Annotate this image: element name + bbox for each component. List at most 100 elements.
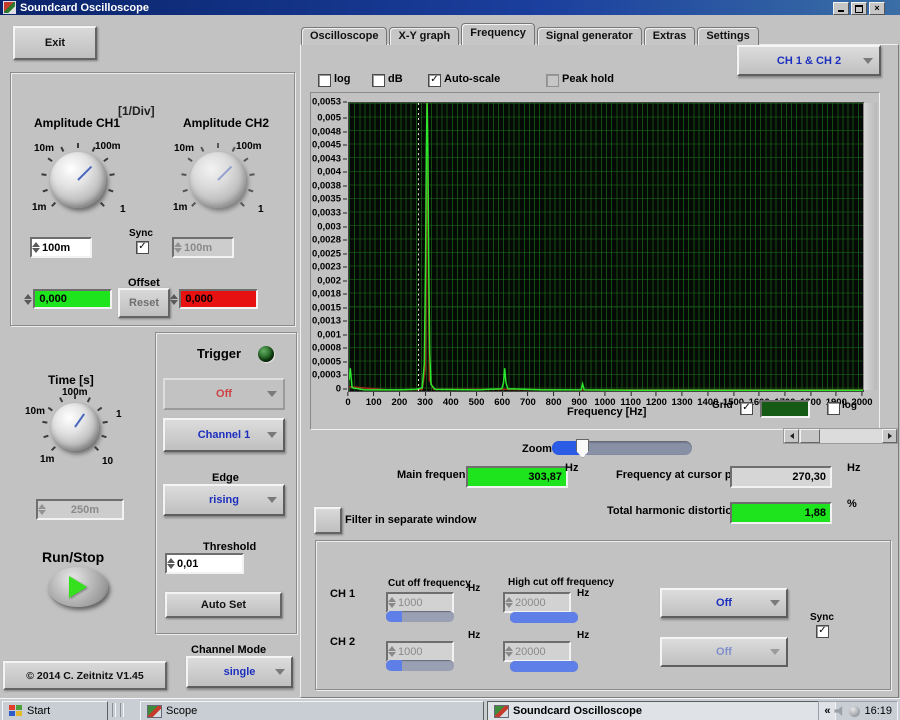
scrollbar-right-button[interactable] <box>882 429 897 443</box>
auto-set-button[interactable]: Auto Set <box>165 592 282 618</box>
trigger-edge-dropdown[interactable]: rising <box>163 484 285 516</box>
tab-signal-generator[interactable]: Signal generator <box>537 27 642 45</box>
amplitude-ch1-knob[interactable] <box>50 152 106 208</box>
spin-down-icon[interactable] <box>32 248 40 253</box>
scrollbar-left-button[interactable] <box>784 429 799 443</box>
spinner-arrows[interactable] <box>170 290 178 308</box>
ch1-high-cutoff-slider-fill <box>510 612 578 623</box>
plot-scrollbar[interactable] <box>783 428 898 444</box>
peakhold-checkbox[interactable] <box>546 74 559 87</box>
time-title: Time [s] <box>48 373 94 387</box>
autoscale-checkbox[interactable] <box>428 74 441 87</box>
axis-log-checkbox[interactable] <box>827 402 840 415</box>
spinner-arrows[interactable] <box>505 643 514 660</box>
spinner-arrows[interactable] <box>24 290 32 308</box>
ch1-cutoff-input[interactable]: 1000 <box>386 592 454 613</box>
spinner-arrows[interactable] <box>388 594 397 611</box>
ch2-filter-dropdown[interactable]: Off <box>660 637 788 667</box>
task-button-scope[interactable]: Scope <box>140 701 484 720</box>
chevron-down-icon <box>275 669 285 680</box>
log-label: log <box>334 73 351 85</box>
ch2-offset-control[interactable]: 0,000 <box>170 290 258 308</box>
spin-up-icon[interactable] <box>32 242 40 247</box>
time-knob[interactable] <box>51 403 99 451</box>
amplitude-ch2-knob[interactable] <box>190 152 246 208</box>
tray-utility-icon[interactable] <box>849 706 860 717</box>
app-icon[interactable] <box>3 1 16 14</box>
minimize-button[interactable] <box>833 2 849 15</box>
close-button[interactable]: × <box>869 2 885 15</box>
ch2-high-cutoff-input[interactable]: 20000 <box>503 641 571 662</box>
cursor-frequency-value[interactable]: 270,30 <box>730 466 832 488</box>
trigger-mode-dropdown[interactable]: Off <box>163 378 285 410</box>
y-tick-label: 0,0053 <box>312 97 347 108</box>
threshold-input[interactable]: 0,01 <box>165 553 244 574</box>
amplitude-ch2-value[interactable]: 100m <box>172 237 234 258</box>
tab-extras[interactable]: Extras <box>644 27 696 45</box>
tab-settings[interactable]: Settings <box>697 27 758 45</box>
x-axis-title: Frequency [Hz] <box>567 406 646 418</box>
tab-oscilloscope[interactable]: Oscilloscope <box>301 27 387 45</box>
spectrum-traces <box>349 103 863 391</box>
scope-app-icon <box>494 705 509 718</box>
spinner-arrows[interactable] <box>505 594 514 611</box>
mute-speaker-icon[interactable] <box>834 706 845 717</box>
spinner-arrows[interactable] <box>32 239 41 256</box>
time-value[interactable]: 250m <box>36 499 124 520</box>
scrollbar-thumb[interactable] <box>800 429 820 443</box>
ch1-high-cutoff-slider[interactable] <box>510 612 578 623</box>
grid-color-swatch[interactable] <box>760 400 810 418</box>
ch1-high-cutoff-input[interactable]: 20000 <box>503 592 571 613</box>
ch2-offset-value[interactable]: 0,000 <box>179 289 258 309</box>
ch1-cutoff-slider[interactable] <box>386 611 454 622</box>
time-value-text: 250m <box>71 504 99 516</box>
offset-reset-button[interactable]: Reset <box>118 288 170 318</box>
db-checkbox[interactable] <box>372 74 385 87</box>
spectrum-plot-area[interactable] <box>348 102 864 392</box>
x-tick-label: 600 <box>494 392 510 408</box>
close-icon: × <box>874 4 879 13</box>
trigger-source-dropdown[interactable]: Channel 1 <box>163 418 285 452</box>
filter-sync-checkbox[interactable] <box>816 625 829 638</box>
main-frequency-unit: Hz <box>565 462 578 474</box>
plot-right-strip <box>863 103 877 390</box>
tab-frequency[interactable]: Frequency <box>461 23 535 45</box>
knob-tick-mark <box>77 143 79 148</box>
tab-x-y-graph[interactable]: X-Y graph <box>389 27 459 45</box>
filter-window-button[interactable] <box>314 507 342 534</box>
axis-log-label: log <box>842 400 857 411</box>
task-button-soundcard-oscilloscope[interactable]: Soundcard Oscilloscope <box>487 701 836 720</box>
ch1-offset-value[interactable]: 0,000 <box>33 289 112 309</box>
knob-tick-mark <box>101 435 106 438</box>
taskbar-clock: 16:19 <box>864 705 892 717</box>
copyright-text: © 2014 C. Zeitnitz V1.45 <box>26 670 143 682</box>
amplitude-ch1-value[interactable]: 100m <box>30 237 92 258</box>
log-checkbox[interactable] <box>318 74 331 87</box>
runstop-button[interactable] <box>48 567 108 607</box>
ch2-cutoff-slider[interactable] <box>386 660 454 671</box>
main-frequency-value[interactable]: 303,87 <box>466 466 568 488</box>
channel-mode-dropdown[interactable]: single <box>186 656 293 688</box>
channel-selector-dropdown[interactable]: CH 1 & CH 2 <box>737 45 881 76</box>
amplitude-sync-checkbox[interactable] <box>136 241 149 254</box>
start-button[interactable]: Start <box>2 701 108 720</box>
ch2-high-cutoff-text: 20000 <box>515 646 546 658</box>
ch2-cutoff-text: 1000 <box>398 646 422 658</box>
grid-checkbox[interactable] <box>740 402 753 415</box>
ch2-high-cutoff-slider[interactable] <box>510 661 578 672</box>
restore-button[interactable] <box>851 2 867 15</box>
ch1-knob-label-10m: 10m <box>34 143 54 154</box>
spinner-arrows[interactable] <box>167 555 176 572</box>
y-tick-label: 0,0025 <box>312 248 347 259</box>
ch1-filter-dropdown[interactable]: Off <box>660 588 788 618</box>
ch1-offset-control[interactable]: 0,000 <box>24 290 112 308</box>
tray-overflow-chevron[interactable]: « <box>824 705 830 717</box>
x-tick-label: 400 <box>443 392 459 408</box>
exit-button[interactable]: Exit <box>13 26 97 60</box>
y-tick-label: 0,0048 <box>312 126 347 137</box>
ch2-cutoff-input[interactable]: 1000 <box>386 641 454 662</box>
spinner-arrows[interactable] <box>388 643 397 660</box>
thd-value[interactable]: 1,88 <box>730 502 832 524</box>
ch1-amplitude-text: 100m <box>42 242 70 254</box>
chevron-down-icon <box>267 497 277 508</box>
